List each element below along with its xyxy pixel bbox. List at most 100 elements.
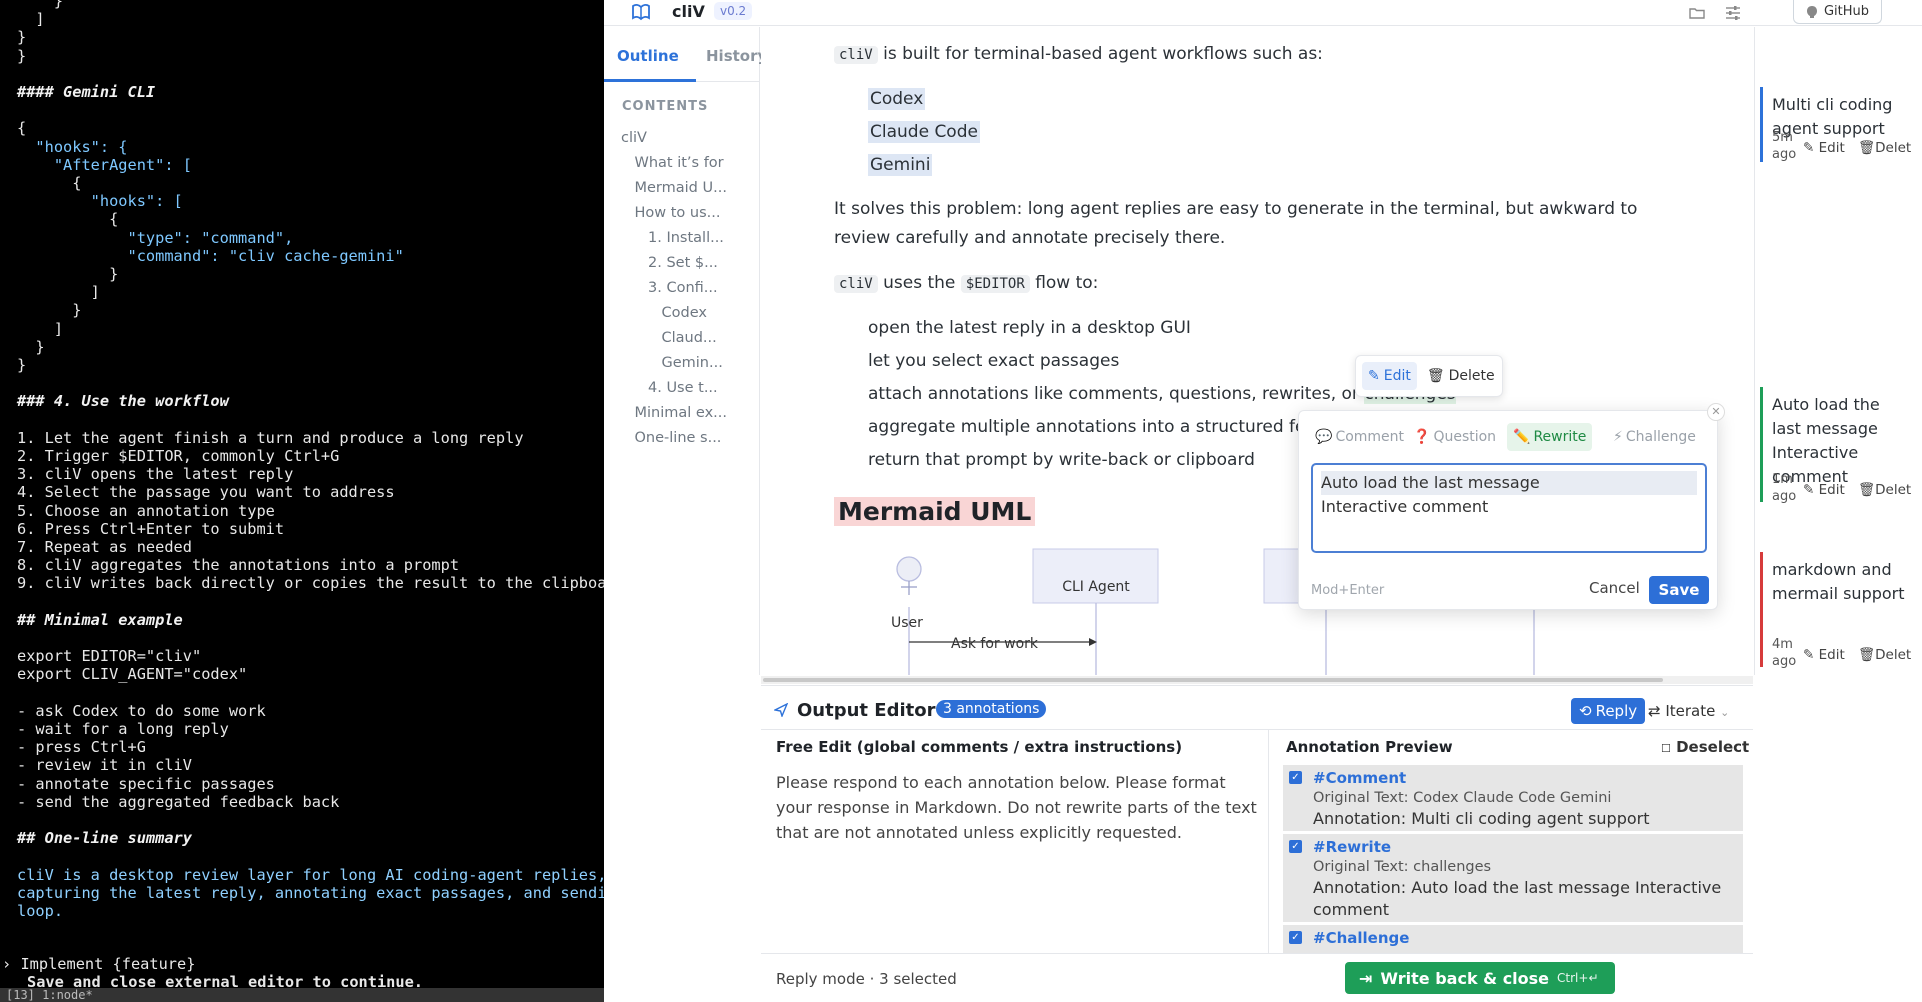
terminal-line: ] <box>17 319 64 338</box>
tab-outline[interactable]: Outline <box>617 47 679 65</box>
flow-paragraph: cliV uses the $EDITOR flow to: <box>834 269 1098 299</box>
delete-annotation-button[interactable]: 🗑 Delete <box>1421 362 1501 390</box>
preview-item[interactable]: ✓ #Rewrite Original Text: challenges Ann… <box>1283 834 1743 922</box>
settings-sliders-icon[interactable] <box>1724 4 1742 22</box>
prompt-marker: › <box>2 955 12 973</box>
toc-item[interactable]: Minimal ex... <box>635 405 727 421</box>
iterate-label: Iterate <box>1665 702 1716 720</box>
annotation-preview-label: Annotation Preview <box>1286 738 1453 756</box>
book-icon <box>632 4 650 21</box>
close-icon[interactable]: ✕ <box>1707 403 1725 421</box>
terminal-line: loop. <box>17 902 64 920</box>
terminal-pane[interactable]: } ]}} #### Gemini CLI { "hooks": { "AfterA… <box>0 0 604 1002</box>
card-delete-button[interactable]: 🗑Delet <box>1858 482 1911 498</box>
github-button[interactable]: GitHub <box>1792 0 1882 24</box>
lightning-icon: ⚡ <box>1613 429 1623 445</box>
annotation-card[interactable]: markdown and mermail support 4m ago ✎ Ed… <box>1760 552 1918 669</box>
toc-item[interactable]: cliV <box>621 130 647 146</box>
card-edit-button[interactable]: ✎ Edit <box>1803 140 1845 156</box>
divider <box>1268 730 1269 953</box>
terminal-prompt[interactable]: › Implement {feature} <box>2 955 195 973</box>
preview-item[interactable]: ✓ #Challenge <box>1283 925 1743 953</box>
annotation-type-rewrite[interactable]: ✏️ Rewrite <box>1507 423 1593 451</box>
cancel-button[interactable]: Cancel <box>1589 579 1640 597</box>
annotation-textarea[interactable]: Auto load the last message Interactive c… <box>1311 463 1707 553</box>
terminal-line: } <box>17 46 27 65</box>
app-title: cliV <box>672 2 705 21</box>
exit-icon: ⇥ <box>1359 968 1373 988</box>
scrollbar-thumb[interactable] <box>763 678 1663 682</box>
tab-history[interactable]: History <box>706 47 767 65</box>
agent-item-codex[interactable]: Codex <box>868 88 926 110</box>
annotation-card[interactable]: Auto load the last message Interactive c… <box>1760 387 1918 504</box>
toc-item[interactable]: One-line s... <box>635 430 722 446</box>
preview-item[interactable]: ✓ #Comment Original Text: Codex Claude C… <box>1283 765 1743 831</box>
toc-item[interactable]: Mermaid U... <box>635 180 727 196</box>
edit-annotation-button[interactable]: ✎ Edit <box>1362 362 1417 390</box>
card-delete-label: Delet <box>1875 647 1912 663</box>
annotation-type-comment[interactable]: 💬 Comment <box>1309 423 1410 451</box>
folder-icon[interactable] <box>1688 4 1706 22</box>
card-edit-button[interactable]: ✎ Edit <box>1803 647 1845 663</box>
flow-item: aggregate multiple annotations into a st… <box>868 417 1306 437</box>
intro-text: is built for terminal-based agent workfl… <box>877 44 1323 64</box>
preview-tag: #Challenge <box>1313 929 1410 947</box>
checkbox-checked-icon[interactable]: ✓ <box>1289 931 1302 944</box>
save-button[interactable]: Save <box>1649 576 1709 604</box>
terminal-line: - wait for a long reply <box>17 720 229 738</box>
checkbox-checked-icon[interactable]: ✓ <box>1289 771 1302 784</box>
pencil-icon: ✎ <box>1368 368 1380 384</box>
github-icon <box>1806 5 1817 18</box>
toc-item[interactable]: 3. Confi... <box>648 280 718 296</box>
terminal-line: } <box>17 0 64 10</box>
card-delete-button[interactable]: 🗑Delet <box>1858 647 1911 663</box>
terminal-line: "hooks": [ <box>17 192 183 211</box>
preview-annotation: Annotation: Auto load the last message I… <box>1313 878 1722 919</box>
terminal-line: 4. Select the passage you want to addres… <box>17 483 395 502</box>
card-delete-label: Delet <box>1875 140 1912 156</box>
toc-item[interactable]: 4. Use t... <box>648 380 718 396</box>
toc-item[interactable]: Gemin... <box>662 355 723 371</box>
toc-item[interactable]: Claud... <box>662 330 717 346</box>
terminal-line: 3. cliV opens the latest reply <box>17 465 294 484</box>
card-delete-button[interactable]: 🗑Delet <box>1858 140 1911 156</box>
version-badge: v0.2 <box>714 2 753 20</box>
comment-icon: 💬 <box>1315 429 1333 445</box>
rewrite-label: Rewrite <box>1533 429 1587 445</box>
toc-item[interactable]: 1. Install... <box>648 230 724 246</box>
annotation-preview-list[interactable]: ✓ #Comment Original Text: Codex Claude C… <box>1283 760 1743 953</box>
pencil-icon: ✏️ <box>1513 429 1531 445</box>
toc-item[interactable]: 2. Set $... <box>648 255 718 271</box>
terminal-line: 1. Let the agent finish a turn and produ… <box>17 428 524 447</box>
annotation-type-question[interactable]: ❓ Question <box>1407 423 1502 451</box>
intro-paragraph: cliV is built for terminal-based agent w… <box>834 40 1323 70</box>
deselect-button[interactable]: ☐ Deselect <box>1661 738 1749 756</box>
preview-tag: #Comment <box>1313 769 1407 787</box>
card-edit-button[interactable]: ✎ Edit <box>1803 482 1845 498</box>
terminal-line: } <box>17 265 119 283</box>
agent-item-claude[interactable]: Claude Code <box>868 121 980 143</box>
annotation-type-challenge[interactable]: ⚡ Challenge <box>1607 423 1702 451</box>
top-bar: cliV v0.2 GitHub <box>604 0 1922 26</box>
prompt-input[interactable]: Implement {feature} <box>20 955 195 973</box>
write-back-close-button[interactable]: ⇥ Write back & close Ctrl+↵ <box>1345 962 1615 994</box>
toc-item[interactable]: What it’s for <box>635 155 724 171</box>
toc-item[interactable]: How to us... <box>635 205 721 221</box>
toc-item[interactable]: Codex <box>662 305 707 321</box>
checkbox-checked-icon[interactable]: ✓ <box>1289 840 1302 853</box>
agent-item-gemini[interactable]: Gemini <box>868 154 933 176</box>
preview-annotation: Annotation: Multi cli coding agent suppo… <box>1313 809 1650 828</box>
cli-agent-label: CLI Agent <box>1062 579 1130 595</box>
chevron-down-icon[interactable]: ⌄ <box>1720 706 1729 719</box>
output-editor-title: Output Editor <box>797 700 936 721</box>
free-edit-textarea[interactable]: Please respond to each annotation below.… <box>776 770 1266 845</box>
terminal-line: "AfterAgent": [ <box>17 155 192 174</box>
annotation-card[interactable]: Multi cli coding agent support 5m ago ✎ … <box>1760 87 1918 162</box>
flow-text: uses the <box>877 273 961 293</box>
card-edit-label: Edit <box>1818 647 1845 663</box>
trash-icon: 🗑 <box>1426 368 1445 384</box>
document-scrollbar[interactable] <box>761 676 1753 684</box>
iterate-mode-button[interactable]: ⇄ Iterate ⌄ <box>1648 702 1729 720</box>
terminal-line: ] <box>17 283 100 302</box>
reply-mode-button[interactable]: ⟲ Reply <box>1571 698 1646 724</box>
